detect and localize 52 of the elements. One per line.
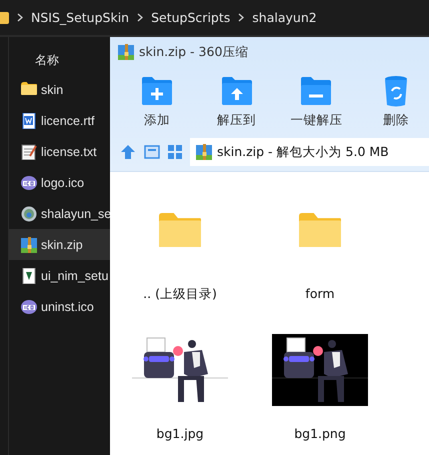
file-name: logo.ico [41, 176, 84, 190]
panel-icon [144, 145, 160, 159]
file-name: uninst.ico [41, 300, 94, 314]
grid-view-button[interactable] [168, 145, 182, 159]
disc-icon [21, 206, 37, 222]
breadcrumb-item[interactable]: NSIS_SetupSkin [31, 10, 130, 25]
file-row[interactable]: logo.ico [9, 167, 111, 198]
ico-file-icon [21, 174, 37, 190]
file-row[interactable]: skin [9, 74, 111, 105]
document-icon [21, 112, 37, 128]
file-name: ui_nim_setu [41, 268, 108, 282]
file-row[interactable]: shalayun_se [9, 198, 111, 229]
toolbar-button[interactable]: 一键解压 [284, 67, 350, 133]
file-row[interactable]: ui_nim_setu [9, 260, 111, 291]
archive-item[interactable]: bg1.jpg [110, 328, 250, 455]
ico-file-icon [21, 298, 37, 314]
archive-item[interactable]: .. (上级目录) [110, 188, 250, 328]
file-name: skin [41, 82, 64, 96]
up-arrow-icon [120, 144, 136, 160]
archive-icon [118, 44, 134, 60]
toolbar-button[interactable]: 解压到 [204, 67, 270, 133]
file-name: skin.zip [41, 238, 83, 252]
grid-icon [168, 145, 182, 159]
folder-icon [21, 82, 37, 98]
chevron-icon [137, 13, 144, 22]
file-row[interactable]: uninst.ico [9, 291, 111, 322]
script-file-icon [21, 268, 37, 284]
file-row[interactable]: licence.rtf [9, 105, 111, 136]
address-field[interactable]: skin.zip - 解包大小为 5.0 MB [190, 138, 429, 166]
file-row[interactable]: skin.zip [9, 229, 111, 260]
archive-item[interactable]: bg1.png [250, 328, 390, 455]
breadcrumb-item[interactable]: SetupScripts [151, 10, 230, 25]
archive-icon [21, 236, 37, 252]
column-header[interactable]: 名称 [35, 52, 111, 68]
chevron-icon [17, 13, 23, 22]
view-button[interactable] [144, 145, 160, 159]
file-name: shalayun_se [41, 206, 111, 220]
folder-icon [0, 12, 9, 24]
window-title: skin.zip - 360压缩 [139, 44, 248, 60]
archive-item[interactable]: form [250, 188, 390, 328]
toolbar-button[interactable]: 添加 [124, 67, 190, 133]
toolbar-button[interactable]: 删除 [363, 67, 429, 133]
archive-icon [196, 144, 212, 160]
file-name: licence.rtf [41, 114, 94, 128]
folder-icon [299, 213, 341, 247]
file-row[interactable]: license.txt [9, 136, 111, 167]
chevron-icon [238, 13, 244, 22]
up-arrow-button[interactable] [120, 144, 136, 160]
folder-icon [159, 213, 201, 247]
breadcrumb-item[interactable]: shalayun2 [252, 10, 317, 25]
file-name: license.txt [41, 144, 97, 158]
notepad-icon [21, 144, 37, 160]
